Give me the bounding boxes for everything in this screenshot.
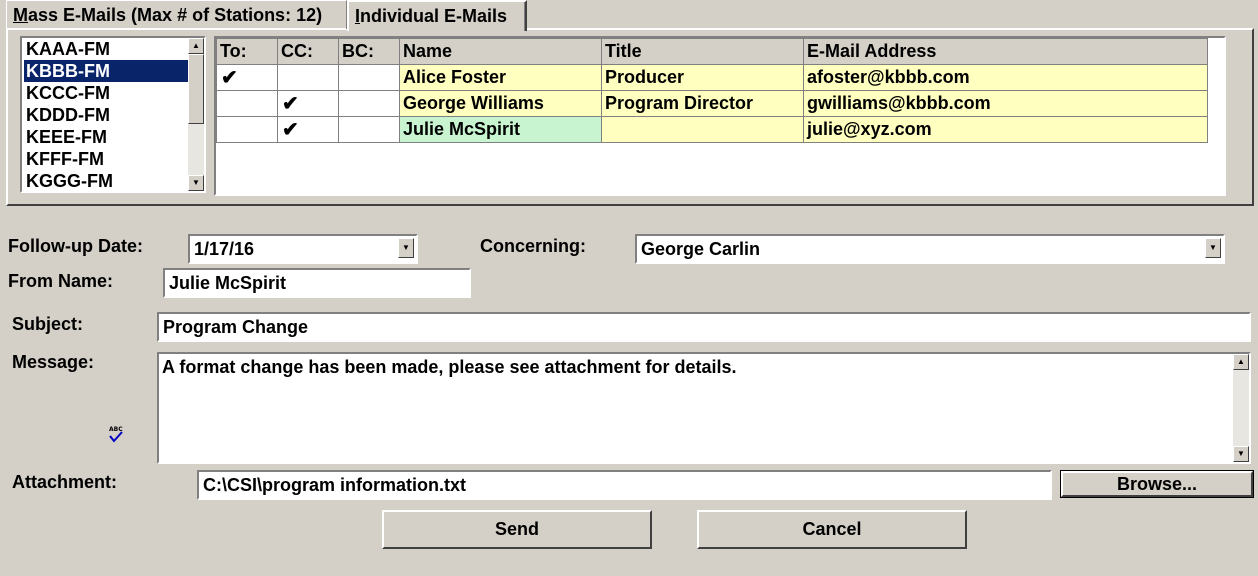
scroll-up-button[interactable]: ▲ bbox=[188, 38, 204, 54]
attachment-field[interactable]: C:\CSI\program information.txt bbox=[197, 470, 1052, 500]
message-label: Message: bbox=[12, 352, 95, 372]
concerning-select[interactable]: George Carlin ▼ bbox=[635, 234, 1225, 264]
concerning-value: George Carlin bbox=[641, 239, 761, 259]
email-cell[interactable]: gwilliams@kbbb.com bbox=[803, 90, 1208, 117]
cancel-button[interactable]: Cancel bbox=[697, 510, 967, 549]
tab-mass-emails-label: Mass E-Mails (Max # of Stations: 12) bbox=[13, 5, 323, 25]
recipient-grid: To: CC: BC: Name Title E-Mail Address ✔ Alice … bbox=[214, 36, 1226, 196]
tab-individual-emails[interactable]: Individual E-Mails bbox=[347, 0, 527, 31]
send-button-label: Send bbox=[494, 519, 539, 539]
name-cell[interactable]: George Williams bbox=[399, 90, 602, 117]
followup-date-value: 1/17/16 bbox=[194, 239, 255, 259]
spell-check-icon[interactable]: ABC bbox=[106, 424, 126, 444]
message-scrollbar[interactable]: ▲ ▼ bbox=[1233, 354, 1249, 462]
to-checkbox-cell[interactable]: ✔ bbox=[216, 64, 278, 91]
table-row[interactable]: ✔ Alice Foster Producer afoster@kbbb.com bbox=[216, 64, 1208, 91]
station-list[interactable]: KAAA-FM KBBB-FM KCCC-FM KDDD-FM KEEE-FM KFFF-… bbox=[20, 36, 206, 193]
station-list-item[interactable]: KBBB-FM bbox=[24, 60, 190, 82]
subject-value: Program Change bbox=[163, 317, 309, 337]
table-row[interactable]: ✔ George Williams Program Director gwilliam… bbox=[216, 90, 1208, 117]
concerning-label: Concerning: bbox=[480, 236, 586, 256]
station-list-item[interactable]: KDDD-FM bbox=[24, 104, 190, 126]
title-cell[interactable]: Program Director bbox=[601, 90, 804, 117]
col-cc-header[interactable]: CC: bbox=[277, 38, 339, 65]
attachment-label: Attachment: bbox=[12, 472, 118, 492]
cc-checkbox-cell[interactable] bbox=[277, 64, 339, 91]
subject-label: Subject: bbox=[12, 314, 84, 334]
from-name-value: Julie McSpirit bbox=[169, 273, 287, 293]
followup-date-label: Follow-up Date: bbox=[8, 236, 143, 256]
message-scroll-up-button[interactable]: ▲ bbox=[1233, 354, 1249, 370]
name-cell[interactable]: Julie McSpirit bbox=[399, 116, 602, 143]
col-title-header[interactable]: Title bbox=[601, 38, 804, 65]
station-list-item[interactable]: KAAA-FM bbox=[24, 38, 190, 60]
col-name-header[interactable]: Name bbox=[399, 38, 602, 65]
station-list-item[interactable]: KCCC-FM bbox=[24, 82, 190, 104]
title-cell[interactable]: Producer bbox=[601, 64, 804, 91]
table-row[interactable]: ✔ Julie McSpirit julie@xyz.com bbox=[216, 116, 1208, 143]
cc-checkbox-cell[interactable]: ✔ bbox=[277, 90, 339, 117]
followup-date-dropdown-button[interactable]: ▼ bbox=[398, 238, 414, 258]
from-name-field[interactable]: Julie McSpirit bbox=[163, 268, 471, 298]
station-list-item[interactable]: KFFF-FM bbox=[24, 148, 190, 170]
to-checkbox-cell[interactable] bbox=[216, 90, 278, 117]
station-list-item[interactable]: KGGG-FM bbox=[24, 170, 190, 191]
concerning-dropdown-button[interactable]: ▼ bbox=[1205, 238, 1221, 258]
message-textarea[interactable]: A format change has been made, please se… bbox=[157, 352, 1251, 464]
col-email-header[interactable]: E-Mail Address bbox=[803, 38, 1208, 65]
browse-button[interactable]: Browse... bbox=[1060, 470, 1254, 498]
send-button[interactable]: Send bbox=[382, 510, 652, 549]
station-list-scrollbar[interactable]: ▲ ▼ bbox=[188, 38, 204, 191]
cc-checkbox-cell[interactable]: ✔ bbox=[277, 116, 339, 143]
tab-mass-emails[interactable]: Mass E-Mails (Max # of Stations: 12) bbox=[6, 0, 347, 29]
bc-checkbox-cell[interactable] bbox=[338, 64, 400, 91]
name-cell[interactable]: Alice Foster bbox=[399, 64, 602, 91]
attachment-value: C:\CSI\program information.txt bbox=[203, 475, 467, 495]
cancel-button-label: Cancel bbox=[802, 519, 862, 539]
from-name-label: From Name: bbox=[8, 271, 114, 291]
followup-date-field[interactable]: 1/17/16 ▼ bbox=[188, 234, 418, 264]
message-value: A format change has been made, please se… bbox=[162, 357, 737, 377]
scroll-thumb[interactable] bbox=[188, 54, 204, 124]
email-cell[interactable]: afoster@kbbb.com bbox=[803, 64, 1208, 91]
bc-checkbox-cell[interactable] bbox=[338, 116, 400, 143]
bc-checkbox-cell[interactable] bbox=[338, 90, 400, 117]
email-cell[interactable]: julie@xyz.com bbox=[803, 116, 1208, 143]
subject-field[interactable]: Program Change bbox=[157, 312, 1251, 342]
col-bc-header[interactable]: BC: bbox=[338, 38, 400, 65]
scroll-down-button[interactable]: ▼ bbox=[188, 175, 204, 191]
title-cell[interactable] bbox=[601, 116, 804, 143]
browse-button-label: Browse... bbox=[1116, 474, 1198, 494]
col-to-header[interactable]: To: bbox=[216, 38, 278, 65]
station-list-item[interactable]: KEEE-FM bbox=[24, 126, 190, 148]
message-scroll-down-button[interactable]: ▼ bbox=[1233, 446, 1249, 462]
to-checkbox-cell[interactable] bbox=[216, 116, 278, 143]
tab-individual-emails-label: Individual E-Mails bbox=[355, 6, 508, 26]
